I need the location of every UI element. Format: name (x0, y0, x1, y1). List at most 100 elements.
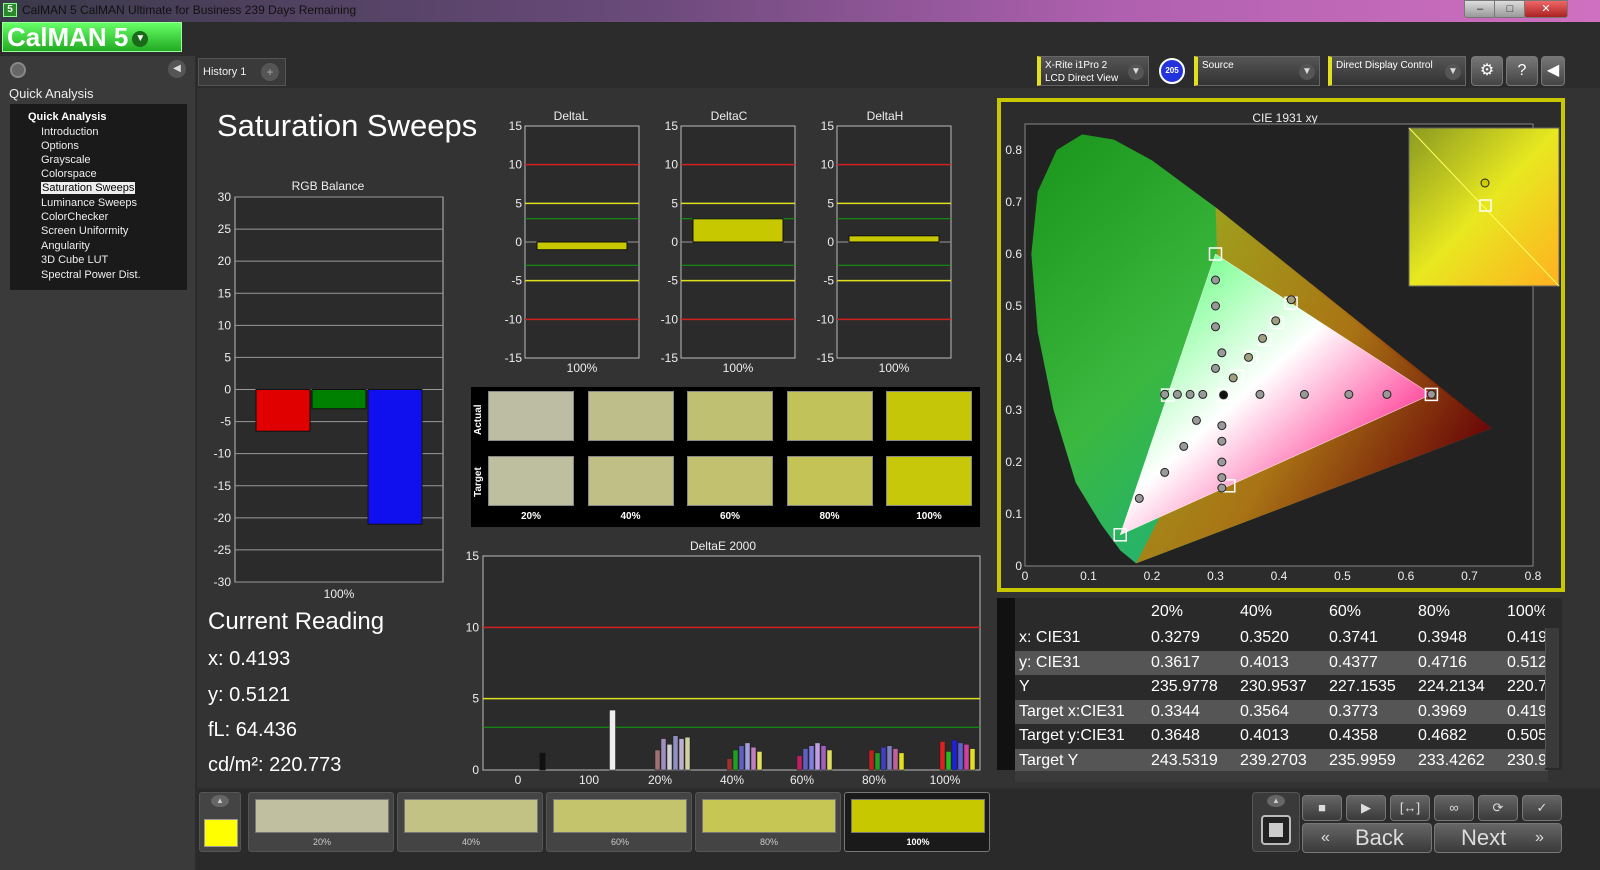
bar (868, 749, 875, 771)
y-tick-label: 15 (665, 119, 679, 133)
actual-label: Actual (473, 404, 484, 435)
sidebar-item-colorspace[interactable]: Colorspace (41, 168, 97, 180)
play-icon[interactable]: ▶ (1346, 795, 1386, 821)
sidebar-item-spectral-power[interactable]: Spectral Power Dist. (41, 269, 141, 281)
y-tick-label: 0 (224, 383, 231, 397)
table-cell: 0.4193 (1507, 629, 1545, 646)
bar (750, 746, 757, 771)
meter-selector[interactable]: X-Rite i1Pro 2 LCD Direct View ▼ (1037, 56, 1149, 86)
calman-logo-button[interactable]: CalMAN 5 ▼ (2, 22, 182, 52)
bar (808, 745, 815, 771)
x-tick-label: 0.4 (1271, 569, 1288, 583)
close-button[interactable]: ✕ (1524, 0, 1568, 18)
bar (951, 739, 958, 771)
row-header-strip (997, 598, 1015, 770)
pin-icon[interactable] (10, 62, 26, 78)
patch-label: 20% (520, 511, 541, 522)
help-icon[interactable]: ? (1506, 56, 1538, 86)
sidebar-item-screen-uniformity[interactable]: Screen Uniformity (41, 225, 128, 237)
sidebar-item-angularity[interactable]: Angularity (41, 240, 90, 252)
x-tick-label: 0.6 (1398, 569, 1415, 583)
next-button[interactable]: Next » (1434, 823, 1562, 853)
reading-fl: fL: 64.436 (208, 719, 297, 741)
y-tick-label: -15 (505, 351, 523, 365)
chevron-up-icon[interactable]: ▲ (1267, 795, 1285, 807)
collapse-right-icon[interactable]: ◀ (1541, 56, 1565, 86)
minimize-button[interactable]: – (1464, 0, 1496, 18)
stop-square-icon[interactable] (1261, 815, 1291, 845)
table-cell: 0.5121 (1507, 653, 1545, 671)
patch-selector-button[interactable]: 100% (844, 792, 990, 852)
sweep-point (1382, 389, 1392, 399)
stop-icon[interactable]: ■ (1302, 795, 1342, 821)
checkmark-icon[interactable]: ✓ (1522, 795, 1562, 821)
patch-selector-button[interactable]: 60% (546, 792, 692, 852)
x-tick-label: 100% (567, 361, 598, 375)
y-tick-label: 0 (827, 235, 834, 249)
add-tab-icon[interactable]: + (261, 63, 279, 81)
y-tick-label: 15 (218, 286, 232, 300)
table-cell: 0.3741 (1329, 629, 1378, 646)
continuous-icon[interactable]: ∞ (1434, 795, 1474, 821)
sidebar-item-colorchecker[interactable]: ColorChecker (41, 211, 108, 223)
patch-selector-button[interactable]: 40% (397, 792, 543, 852)
table-hscrollbar[interactable] (1015, 770, 1548, 782)
sidebar-item-3d-cube-lut[interactable]: 3D Cube LUT (41, 254, 108, 266)
tree-root[interactable]: Quick Analysis (28, 111, 106, 123)
sweep-point (1211, 322, 1220, 332)
deltal-chart: DeltaL 15 10 5 0 -5 -10 -15 100% (505, 109, 640, 375)
range-icon[interactable]: [↔] (1390, 795, 1430, 821)
collapse-left-icon[interactable]: ◀ (168, 60, 186, 78)
sidebar-item-saturation-sweeps[interactable]: Saturation Sweeps (41, 182, 136, 194)
chart-title: DeltaC (711, 109, 748, 123)
patch-swatch-label: 100% (906, 837, 930, 847)
row-label: Target y:CIE31 (1019, 727, 1125, 744)
row-label: y: CIE31 (1019, 653, 1081, 671)
table-cell: 0.3969 (1418, 702, 1467, 720)
sweep-point (1211, 275, 1220, 285)
maximize-button[interactable]: □ (1494, 0, 1526, 18)
next-label: Next (1461, 825, 1507, 850)
source-selector[interactable]: Source ▼ (1194, 56, 1320, 86)
back-button[interactable]: « Back (1302, 823, 1432, 853)
deltac-chart: DeltaC 15 10 5 0 -5 -10 -15 100% (661, 109, 796, 375)
y-tick-label: 15 (509, 119, 523, 133)
sidebar-item-luminance-sweeps[interactable]: Luminance Sweeps (41, 197, 137, 209)
refresh-icon[interactable]: ⟳ (1478, 795, 1518, 821)
x-tick-label: 0 (1022, 569, 1029, 583)
actual-patch (886, 391, 972, 441)
x-tick-label: 80% (862, 773, 886, 787)
y-tick-label: 0 (1015, 559, 1022, 573)
table-vscrollbar[interactable] (1545, 628, 1559, 768)
y-tick-label: 20 (218, 254, 232, 268)
y-tick-label: 15 (466, 549, 480, 563)
sidebar-item-options[interactable]: Options (41, 140, 79, 152)
next-arrow-icon: » (1535, 829, 1544, 846)
tab-history-1[interactable]: History 1 + (198, 58, 286, 86)
sidebar-item-grayscale[interactable]: Grayscale (41, 154, 91, 166)
y-tick-label: -5 (667, 274, 678, 288)
measured-point (1228, 373, 1238, 383)
y-tick-label: 0 (515, 235, 522, 249)
sweep-point (1134, 493, 1144, 503)
meter-badge-icon[interactable]: 205 (1159, 58, 1185, 84)
settings-gear-icon[interactable]: ⚙ (1471, 56, 1503, 86)
measured-point (1258, 333, 1268, 343)
patch-selector-button[interactable]: 20% (248, 792, 394, 852)
table-cell: 0.3564 (1240, 702, 1289, 720)
sidebar-item-introduction[interactable]: Introduction (41, 126, 98, 138)
y-tick-label: 15 (821, 119, 835, 133)
y-tick-label: 5 (472, 692, 479, 706)
bar (609, 709, 616, 771)
bar (255, 389, 311, 432)
display-selector[interactable]: Direct Display Control ▼ (1328, 56, 1466, 86)
patch-selector-button[interactable]: 80% (695, 792, 841, 852)
actual-patch (587, 391, 674, 441)
y-tick-label: 0.4 (1005, 351, 1022, 365)
table-cell: 0.4682 (1418, 727, 1467, 744)
actual-patch (488, 391, 574, 441)
y-tick-label: 10 (821, 158, 835, 172)
chevron-up-icon[interactable]: ▲ (211, 795, 229, 807)
bar (969, 748, 976, 771)
row-label: Target Y (1019, 751, 1079, 769)
